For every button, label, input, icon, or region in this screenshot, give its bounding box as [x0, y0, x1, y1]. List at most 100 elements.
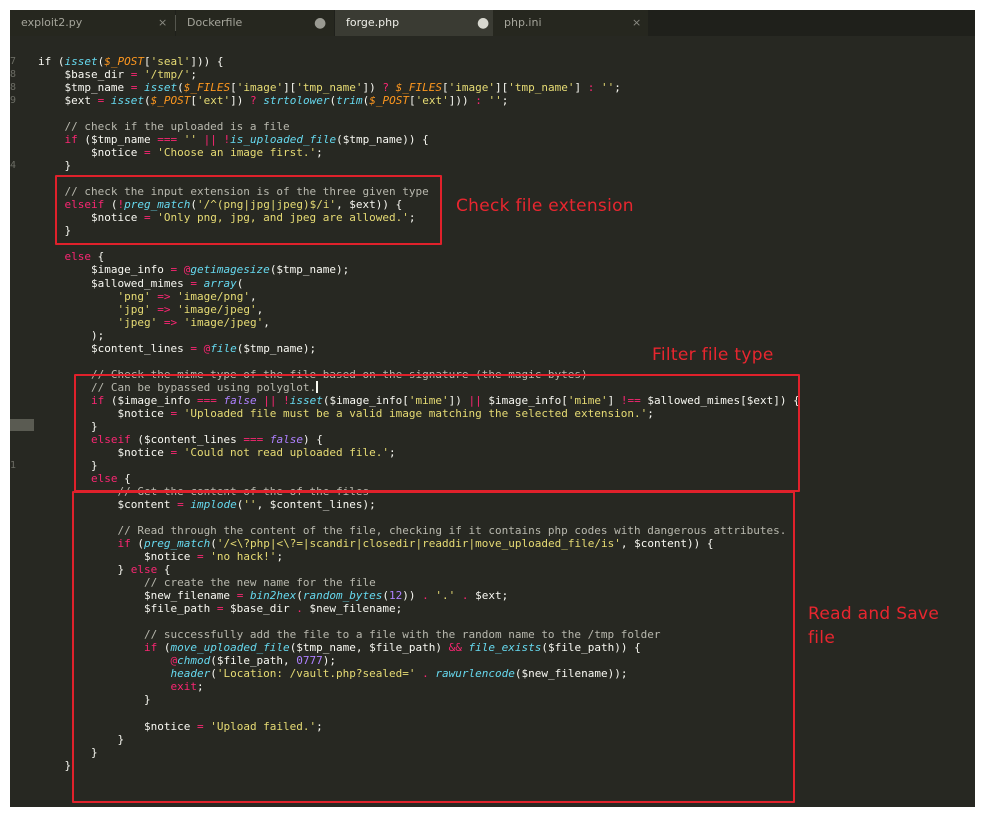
- code-token: 'tmp_name': [508, 81, 575, 95]
- code-token: file: [210, 341, 237, 355]
- code-token: );: [38, 328, 105, 342]
- code-token: 'ext': [415, 94, 449, 108]
- tab-label: exploit2.py: [21, 16, 83, 29]
- tab-dockerfile[interactable]: Dockerfile ●: [176, 10, 334, 36]
- code-token: if: [64, 133, 78, 147]
- code-line[interactable]: 'png' => 'image/png',: [38, 289, 257, 303]
- code-line[interactable]: $content_lines = @file($tmp_name);: [38, 342, 316, 355]
- line-number: 8: [10, 82, 17, 94]
- code-token: 'jpg': [117, 302, 151, 316]
- code-token: 'image/jpeg': [183, 315, 264, 329]
- code-line[interactable]: $base_dir = '/tmp/';: [38, 68, 197, 82]
- code-token: ;: [190, 68, 197, 82]
- code-line[interactable]: 'jpeg' => 'image/jpeg',: [38, 315, 270, 329]
- tab-forge-php[interactable]: forge.php ●: [335, 10, 493, 36]
- code-line[interactable]: $image_info = @getimagesize($tmp_name);: [38, 263, 349, 276]
- code-token: {: [91, 250, 105, 264]
- annotation-check-file-extension: Check file extension: [456, 196, 634, 216]
- code-token: ][: [495, 81, 509, 95]
- code-token: ])) {: [190, 55, 224, 68]
- code-token: ($tmp_name)) {: [336, 133, 429, 147]
- code-token: is_uploaded_file: [230, 133, 337, 147]
- line-number-gutter: 788941: [10, 36, 34, 807]
- code-token: 'image/jpeg': [177, 302, 257, 316]
- code-token: [: [144, 55, 151, 68]
- code-line[interactable]: if (isset($_POST['seal'])) {: [38, 55, 224, 68]
- code-token: trim: [336, 94, 363, 108]
- code-token: ,: [263, 315, 270, 329]
- code-line[interactable]: $ext = isset($_POST['ext']) ? strtolower…: [38, 94, 508, 107]
- code-line[interactable]: 'jpg' => 'image/jpeg',: [38, 303, 263, 316]
- code-token: [: [230, 81, 237, 95]
- code-token: 'seal': [150, 55, 191, 68]
- code-line[interactable]: // check if the uploaded is a file: [38, 120, 289, 133]
- code-token: [: [408, 94, 416, 108]
- code-token: $_FILES: [183, 81, 231, 95]
- code-token: ]: [574, 81, 588, 95]
- code-token: array: [203, 276, 237, 290]
- code-token: ?: [249, 94, 257, 108]
- code-token: ])): [448, 94, 476, 108]
- tab-label: forge.php: [346, 16, 400, 29]
- code-line[interactable]: else {: [38, 250, 105, 264]
- line-number: 8: [10, 69, 17, 81]
- code-token: ][: [283, 81, 297, 95]
- code-token: 'tmp_name': [296, 81, 363, 95]
- editor-window: exploit2.py × Dockerfile ● forge.php ● p…: [10, 10, 975, 807]
- code-token: isset: [143, 81, 178, 95]
- code-token: '': [601, 81, 615, 95]
- code-token: '': [183, 133, 197, 147]
- code-token: ]): [362, 81, 383, 95]
- close-icon[interactable]: ×: [632, 10, 641, 36]
- modified-dot-icon[interactable]: ●: [477, 10, 489, 36]
- code-token: ]): [230, 94, 250, 108]
- code-token: ;: [316, 146, 323, 160]
- tab-exploit2-py[interactable]: exploit2.py ×: [10, 10, 175, 36]
- code-token: ;: [501, 94, 509, 108]
- code-line[interactable]: }: [38, 159, 71, 172]
- code-token: 'ext': [196, 94, 231, 108]
- code-token: $_POST: [369, 94, 409, 108]
- code-token: $base_dir: [38, 68, 131, 82]
- close-icon[interactable]: ×: [158, 10, 167, 36]
- code-token: ($tmp_name);: [269, 263, 350, 277]
- code-line[interactable]: $notice = 'Choose an image first.';: [38, 146, 323, 159]
- code-line[interactable]: );: [38, 329, 104, 342]
- code-token: =: [190, 276, 197, 290]
- code-token: $ext: [38, 94, 98, 108]
- code-token: 'jpeg': [117, 315, 158, 329]
- code-token: $image_info: [38, 263, 171, 277]
- code-line[interactable]: if ($tmp_name === '' || !is_uploaded_fil…: [38, 133, 429, 146]
- code-token: ($tmp_name);: [236, 341, 317, 355]
- modified-dot-icon[interactable]: ●: [314, 10, 326, 36]
- code-token: ($tmp_name: [77, 133, 158, 147]
- code-line[interactable]: $tmp_name = isset($_FILES['image']['tmp_…: [38, 81, 620, 95]
- code-token: isset: [64, 55, 98, 68]
- tab-php-ini[interactable]: php.ini ×: [493, 10, 648, 36]
- code-line[interactable]: }: [38, 759, 71, 772]
- code-token: 'image': [448, 81, 496, 95]
- code-token: getimagesize: [190, 263, 270, 277]
- code-token: $_POST: [104, 55, 144, 68]
- code-token: 'png': [117, 289, 151, 303]
- code-token: ,: [249, 289, 257, 303]
- code-line[interactable]: $allowed_mimes = array(: [38, 277, 243, 290]
- annotation-box-check-extension: [55, 175, 442, 245]
- code-token: ===: [157, 133, 178, 147]
- code-token: =: [190, 341, 197, 355]
- code-token: ,: [256, 302, 264, 316]
- code-token: [: [442, 81, 449, 95]
- code-token: 'Choose an image first.': [157, 146, 317, 160]
